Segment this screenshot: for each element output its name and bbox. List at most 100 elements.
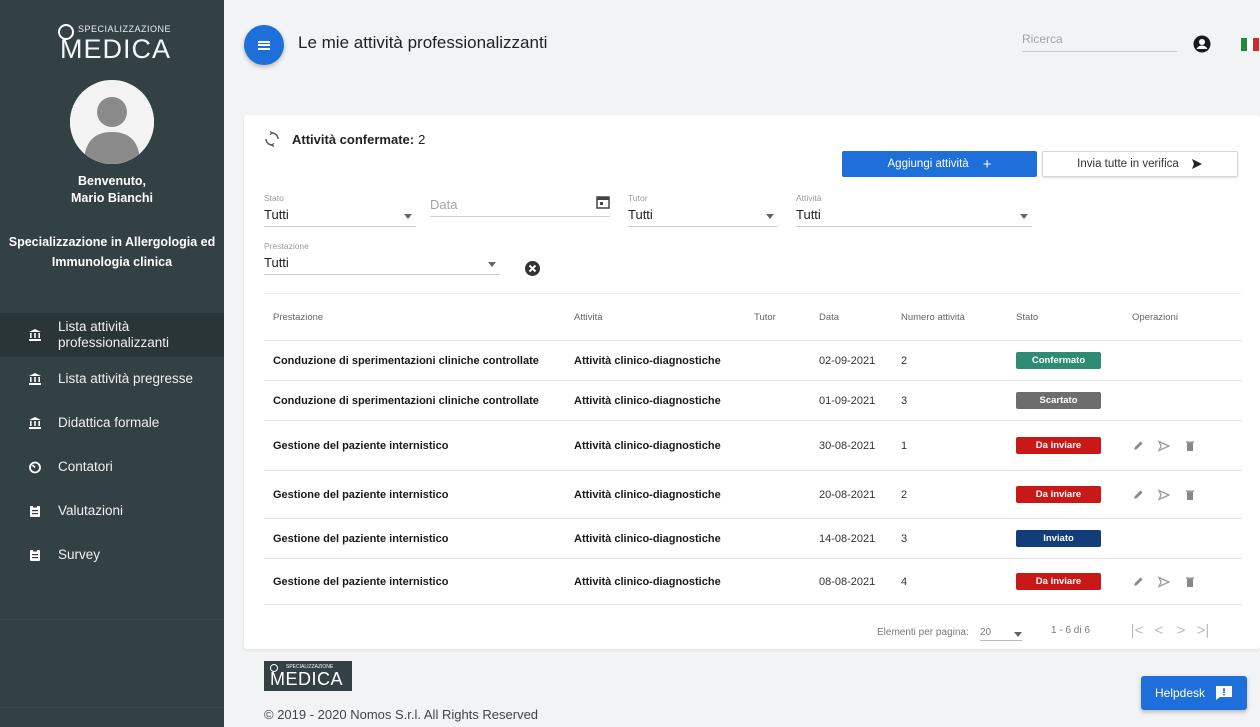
cell-attivita: Attività clinico-diagnostiche [574, 439, 721, 452]
cell-attivita: Attività clinico-diagnostiche [574, 575, 721, 588]
cell-operazioni [1132, 488, 1242, 501]
status-badge: Scartato [1016, 392, 1101, 409]
cell-stato: Da inviare [1016, 437, 1132, 454]
next-page-button[interactable]: > [1170, 622, 1192, 639]
filter-data-value[interactable]: Data [430, 195, 610, 217]
sidebar-item-label: Didattica formale [58, 415, 160, 430]
last-page-button[interactable]: >| [1192, 622, 1214, 639]
search-field[interactable] [1022, 30, 1177, 52]
col-numero[interactable]: Numero attività [901, 312, 1016, 323]
sidebar-item-lista-pregresse[interactable]: Lista attività pregresse [0, 357, 224, 401]
feedback-icon [1216, 686, 1233, 700]
col-attivita[interactable]: Attività [574, 312, 754, 323]
search-input[interactable] [1022, 32, 1172, 46]
footer-logo: SPECIALIZZAZIONE MEDICA [264, 661, 352, 691]
brand-small-text: SPECIALIZZAZIONE [78, 24, 172, 34]
delete-icon[interactable] [1184, 489, 1196, 501]
table-row[interactable]: Gestione del paziente internistico Attivi… [264, 519, 1242, 559]
delete-icon[interactable] [1184, 440, 1196, 452]
copyright: © 2019 - 2020 Nomos S.r.l. All Rights Re… [264, 707, 539, 722]
helpdesk-button[interactable]: Helpdesk [1141, 676, 1247, 710]
page-title: Le mie attività professionalizzanti [298, 33, 548, 52]
send-icon[interactable] [1158, 439, 1170, 452]
prev-page-button[interactable]: < [1148, 622, 1170, 639]
bank-icon [28, 372, 42, 386]
sidebar-item-contatori[interactable]: Contatori [0, 445, 224, 489]
add-activity-button[interactable]: Aggiungi attività + [842, 151, 1037, 177]
filter-data[interactable]: Data [430, 193, 610, 217]
sidebar-item-label: Lista attività professionalizzanti [58, 319, 170, 350]
cell-numero: 2 [901, 488, 908, 501]
sidebar-item-survey[interactable]: Survey [0, 533, 224, 577]
filter-tutor-value[interactable]: Tutti [628, 207, 778, 227]
send-all-verification-button[interactable]: Invia tutte in verifica [1042, 151, 1238, 177]
filter-stato-value[interactable]: Tutti [264, 207, 416, 227]
sidebar-nav: Lista attività professionalizzanti Lista… [0, 313, 224, 577]
sidebar-item-label: Lista attività pregresse [58, 371, 194, 386]
avatar [70, 80, 154, 164]
edit-icon[interactable] [1132, 440, 1144, 452]
col-data[interactable]: Data [819, 312, 901, 323]
activities-card: Attività confermate: 2 Aggiungi attività… [244, 115, 1260, 649]
table-row[interactable]: Gestione del paziente internistico Attivi… [264, 471, 1242, 519]
cell-prestazione: Gestione del paziente internistico [273, 439, 449, 452]
menu-button[interactable] [244, 25, 284, 65]
cell-prestazione: Gestione del paziente internistico [273, 532, 449, 545]
delete-icon[interactable] [1184, 576, 1196, 588]
calendar-icon[interactable] [596, 195, 610, 209]
bank-icon [28, 328, 42, 342]
sync-icon[interactable] [264, 131, 280, 147]
cell-data: 02-09-2021 [819, 354, 876, 367]
specialization-line2: Immunologia clinica [51, 255, 173, 269]
filter-tutor[interactable]: Tutor Tutti [628, 193, 778, 227]
table-row[interactable]: Gestione del paziente internistico Attivi… [264, 559, 1242, 605]
filter-prestazione-label: Prestazione [264, 241, 309, 251]
filter-attivita-value[interactable]: Tutti [796, 207, 1032, 227]
send-icon[interactable] [1158, 488, 1170, 501]
filter-stato[interactable]: Stato Tutti [264, 193, 416, 227]
send-icon[interactable] [1158, 575, 1170, 588]
status-badge: Inviato [1016, 530, 1101, 547]
activities-table: Prestazione Attività Tutor Data Numero a… [264, 293, 1242, 605]
sidebar-item-label: Valutazioni [58, 503, 124, 518]
user-account-icon[interactable] [1193, 35, 1211, 53]
sidebar-item-label: Contatori [58, 459, 113, 474]
edit-icon[interactable] [1132, 576, 1144, 588]
filter-attivita-label: Attività [796, 193, 822, 203]
cell-prestazione: Gestione del paziente internistico [273, 488, 449, 501]
sidebar-item-valutazioni[interactable]: Valutazioni [0, 489, 224, 533]
footer-logo-big: MEDICA [270, 669, 344, 689]
table-row[interactable]: Conduzione di sperimentazioni cliniche c… [264, 341, 1242, 381]
col-tutor[interactable]: Tutor [754, 312, 819, 323]
filter-prestazione[interactable]: Prestazione Tutti [264, 241, 500, 275]
filter-prestazione-value[interactable]: Tutti [264, 255, 500, 275]
col-stato[interactable]: Stato [1016, 312, 1132, 323]
chevron-down-icon [1014, 632, 1022, 637]
status-badge: Da inviare [1016, 573, 1101, 590]
clear-filters-icon[interactable] [525, 261, 540, 276]
filter-attivita[interactable]: Attività Tutti [796, 193, 1032, 227]
cell-stato: Da inviare [1016, 486, 1132, 503]
per-page-select[interactable]: 20 [980, 627, 1022, 641]
table-row[interactable]: Conduzione di sperimentazioni cliniche c… [264, 381, 1242, 421]
col-prestazione[interactable]: Prestazione [264, 312, 574, 323]
cell-attivita: Attività clinico-diagnostiche [574, 354, 721, 367]
cell-numero: 3 [901, 532, 908, 545]
cell-stato: Da inviare [1016, 573, 1132, 590]
table-body: Conduzione di sperimentazioni cliniche c… [264, 341, 1242, 605]
cell-stato: Inviato [1016, 530, 1132, 547]
specialization-line1: Specializzazione in Allergologia ed [8, 235, 216, 249]
helpdesk-label: Helpdesk [1154, 686, 1206, 700]
language-flag-icon[interactable] [1241, 38, 1260, 51]
sidebar-divider [0, 707, 224, 708]
sidebar-divider [0, 619, 224, 620]
sidebar-item-lista-attivita[interactable]: Lista attività professionalizzanti [0, 313, 224, 357]
chevron-down-icon [404, 214, 412, 219]
sidebar-item-didattica[interactable]: Didattica formale [0, 401, 224, 445]
first-page-button[interactable]: |< [1126, 622, 1148, 639]
table-row[interactable]: Gestione del paziente internistico Attivi… [264, 421, 1242, 471]
status-badge: Da inviare [1016, 486, 1101, 503]
edit-icon[interactable] [1132, 489, 1144, 501]
cell-operazioni [1132, 439, 1242, 452]
cell-numero: 2 [901, 354, 908, 367]
